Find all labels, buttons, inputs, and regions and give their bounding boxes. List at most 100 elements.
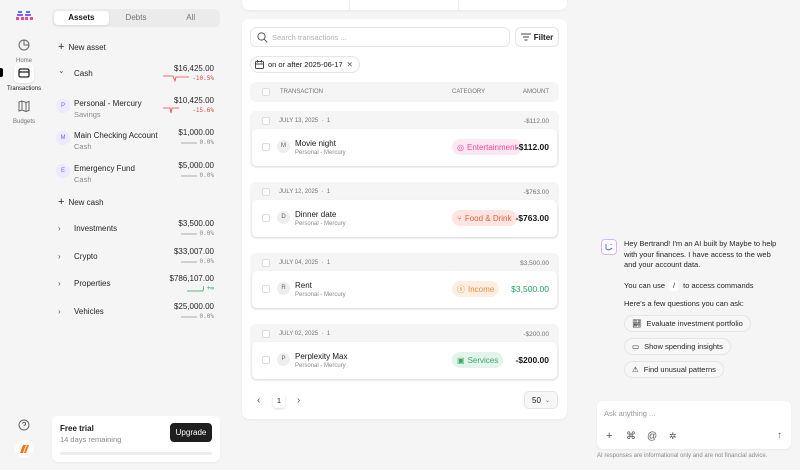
transaction-name: Dinner date (295, 210, 336, 219)
account-group-investments[interactable]: › Investments $3,500.00 0.0% (56, 219, 216, 243)
transaction-amount: -$200.00 (515, 355, 549, 365)
user-avatar[interactable] (15, 440, 33, 458)
nav-budgets[interactable]: Budgets (0, 96, 48, 125)
tab-all[interactable]: All (163, 11, 218, 25)
sparkline-flat-icon (181, 232, 197, 236)
account-name: Personal - Mercury (74, 99, 142, 108)
suggestion-evaluate-portfolio[interactable]: 📈︎Evaluate investment portfolio (624, 315, 751, 332)
new-asset-button[interactable]: +New asset (58, 41, 106, 53)
account-group-crypto[interactable]: › Crypto $33,007.00 0.0% (56, 247, 216, 271)
transaction-group: JULY 12, 2025 · 1 -$763.00 D Dinner date… (250, 182, 559, 239)
close-icon[interactable]: ✕ (347, 60, 353, 69)
at-mention-icon[interactable]: @ (647, 431, 657, 442)
send-arrow-icon[interactable]: ↑ (777, 430, 782, 441)
next-page-icon[interactable]: › (297, 395, 300, 406)
per-page-select[interactable]: 50⌄ (524, 391, 558, 409)
nav-transactions-label: Transactions (7, 86, 41, 92)
date-filter-chip[interactable]: on or after 2025-06-17 ✕ (250, 56, 360, 73)
merchant-avatar: M (277, 140, 290, 153)
group-total: -$112.00 (524, 118, 549, 125)
search-input[interactable]: Search transactions ... (250, 27, 510, 47)
new-cash-button[interactable]: +New cash (58, 196, 104, 208)
category-badge[interactable]: ▣Services (452, 352, 503, 368)
account-group-cash[interactable]: ⌄ Cash $16,425.00 -10.5% (56, 64, 216, 88)
commands-hint: You can use / to access commands (624, 280, 754, 291)
row-checkbox[interactable] (262, 285, 270, 293)
group-checkbox[interactable] (262, 117, 270, 125)
header-amount: AMOUNT (523, 89, 549, 95)
chevron-right-icon: › (58, 279, 61, 288)
suggestion-unusual-patterns[interactable]: ⚠︎Find unusual patterns (624, 361, 724, 378)
transaction-group: JULY 04, 2025 · 1 $3,500.00 R Rent Perso… (250, 253, 559, 310)
account-value: $1,000.00 (178, 128, 214, 137)
filter-button[interactable]: Filter (515, 27, 559, 47)
group-name: Vehicles (74, 307, 104, 316)
account-item[interactable]: E Emergency Fund Cash $5,000.00 0.0% (56, 161, 216, 185)
header-category: CATEGORY (452, 89, 485, 95)
table-row[interactable]: D Dinner date Personal - Mercury ⑂Food &… (252, 200, 557, 237)
nav-transactions[interactable]: Transactions (0, 63, 48, 92)
command-icon[interactable]: ⌘ (626, 431, 636, 442)
group-checkbox[interactable] (262, 188, 270, 196)
category-badge[interactable]: ◎Entertainment (452, 139, 522, 155)
dollar-circle-icon: ⓢ (457, 284, 465, 295)
trial-progress-bar (60, 452, 212, 455)
account-item[interactable]: M Main Checking Account Cash $1,000.00 0… (56, 128, 216, 152)
select-all-checkbox[interactable] (262, 88, 270, 96)
prev-page-icon[interactable]: ‹ (257, 395, 260, 406)
suggestion-spending-insights[interactable]: ▭Show spending insights (624, 338, 731, 355)
account-change: 0.0% (181, 172, 214, 179)
sparkline-flat-icon (181, 141, 197, 145)
account-group-vehicles[interactable]: › Vehicles $25,000.00 0.0% (56, 302, 216, 326)
sparkle-cursor-icon[interactable]: ✲ (669, 431, 677, 442)
row-checkbox[interactable] (262, 143, 270, 151)
account-tabs: Assets Debts All (52, 9, 220, 27)
transactions-card: Search transactions ... Filter on or aft… (242, 19, 567, 419)
pie-chart-icon (14, 35, 34, 55)
merchant-avatar: D (277, 211, 290, 224)
account-avatar: M (56, 131, 70, 145)
chat-placeholder: Ask anything ... (604, 409, 655, 418)
page-1-button[interactable]: 1 (273, 393, 285, 408)
trial-title: Free trial (60, 424, 94, 433)
map-icon (14, 96, 34, 116)
account-avatar: P (56, 99, 70, 113)
tab-debts[interactable]: Debts (109, 11, 164, 25)
category-badge[interactable]: ⑂Food & Drink (452, 210, 517, 226)
tab-assets[interactable]: Assets (54, 11, 109, 25)
merchant-avatar: P (277, 353, 290, 366)
group-value: $25,000.00 (174, 302, 214, 311)
group-value: $786,107.00 (170, 274, 215, 283)
nav-home[interactable]: Home (0, 35, 48, 64)
group-value: $16,425.00 (174, 64, 214, 73)
account-item[interactable]: P Personal - Mercury Savings $10,425.00 … (56, 96, 216, 120)
group-date: JULY 12, 2025 · 1 (279, 189, 330, 195)
filter-label: Filter (534, 33, 554, 42)
group-total: -$763.00 (523, 189, 549, 196)
category-badge[interactable]: ⓢIncome (452, 281, 499, 297)
warning-icon: ⚠︎ (632, 365, 639, 374)
search-icon (257, 32, 268, 43)
row-checkbox[interactable] (262, 356, 270, 364)
utensils-icon: ⑂ (457, 214, 462, 223)
ai-greeting: Hey Bertrand! I'm an AI built by Maybe t… (624, 239, 784, 271)
table-header: TRANSACTION CATEGORY AMOUNT (250, 82, 559, 102)
account-group-properties[interactable]: › Properties $786,107.00 +∞ (56, 274, 216, 298)
table-row[interactable]: P Perplexity Max Personal - Mercury ▣Ser… (252, 342, 557, 379)
account-type: Cash (74, 142, 92, 151)
plus-icon: + (58, 41, 64, 53)
help-icon[interactable] (18, 419, 30, 433)
chevron-down-icon: ⌄ (58, 66, 65, 75)
plus-icon[interactable]: + (606, 430, 612, 442)
table-row[interactable]: R Rent Personal - Mercury ⓢIncome $3,500… (252, 271, 557, 308)
chevron-down-icon: ⌄ (545, 397, 550, 404)
group-date: JULY 04, 2025 · 1 (279, 260, 330, 266)
row-checkbox[interactable] (262, 214, 270, 222)
group-checkbox[interactable] (262, 330, 270, 338)
table-row[interactable]: M Movie night Personal - Mercury ◎Entert… (252, 129, 557, 166)
maybe-logo-icon[interactable] (16, 11, 33, 24)
transaction-amount: $3,500.00 (511, 284, 549, 294)
group-checkbox[interactable] (262, 259, 270, 267)
upgrade-button[interactable]: Upgrade (170, 423, 212, 442)
chat-input[interactable]: Ask anything ... + ⌘ @ ✲ ↑ (597, 401, 791, 449)
